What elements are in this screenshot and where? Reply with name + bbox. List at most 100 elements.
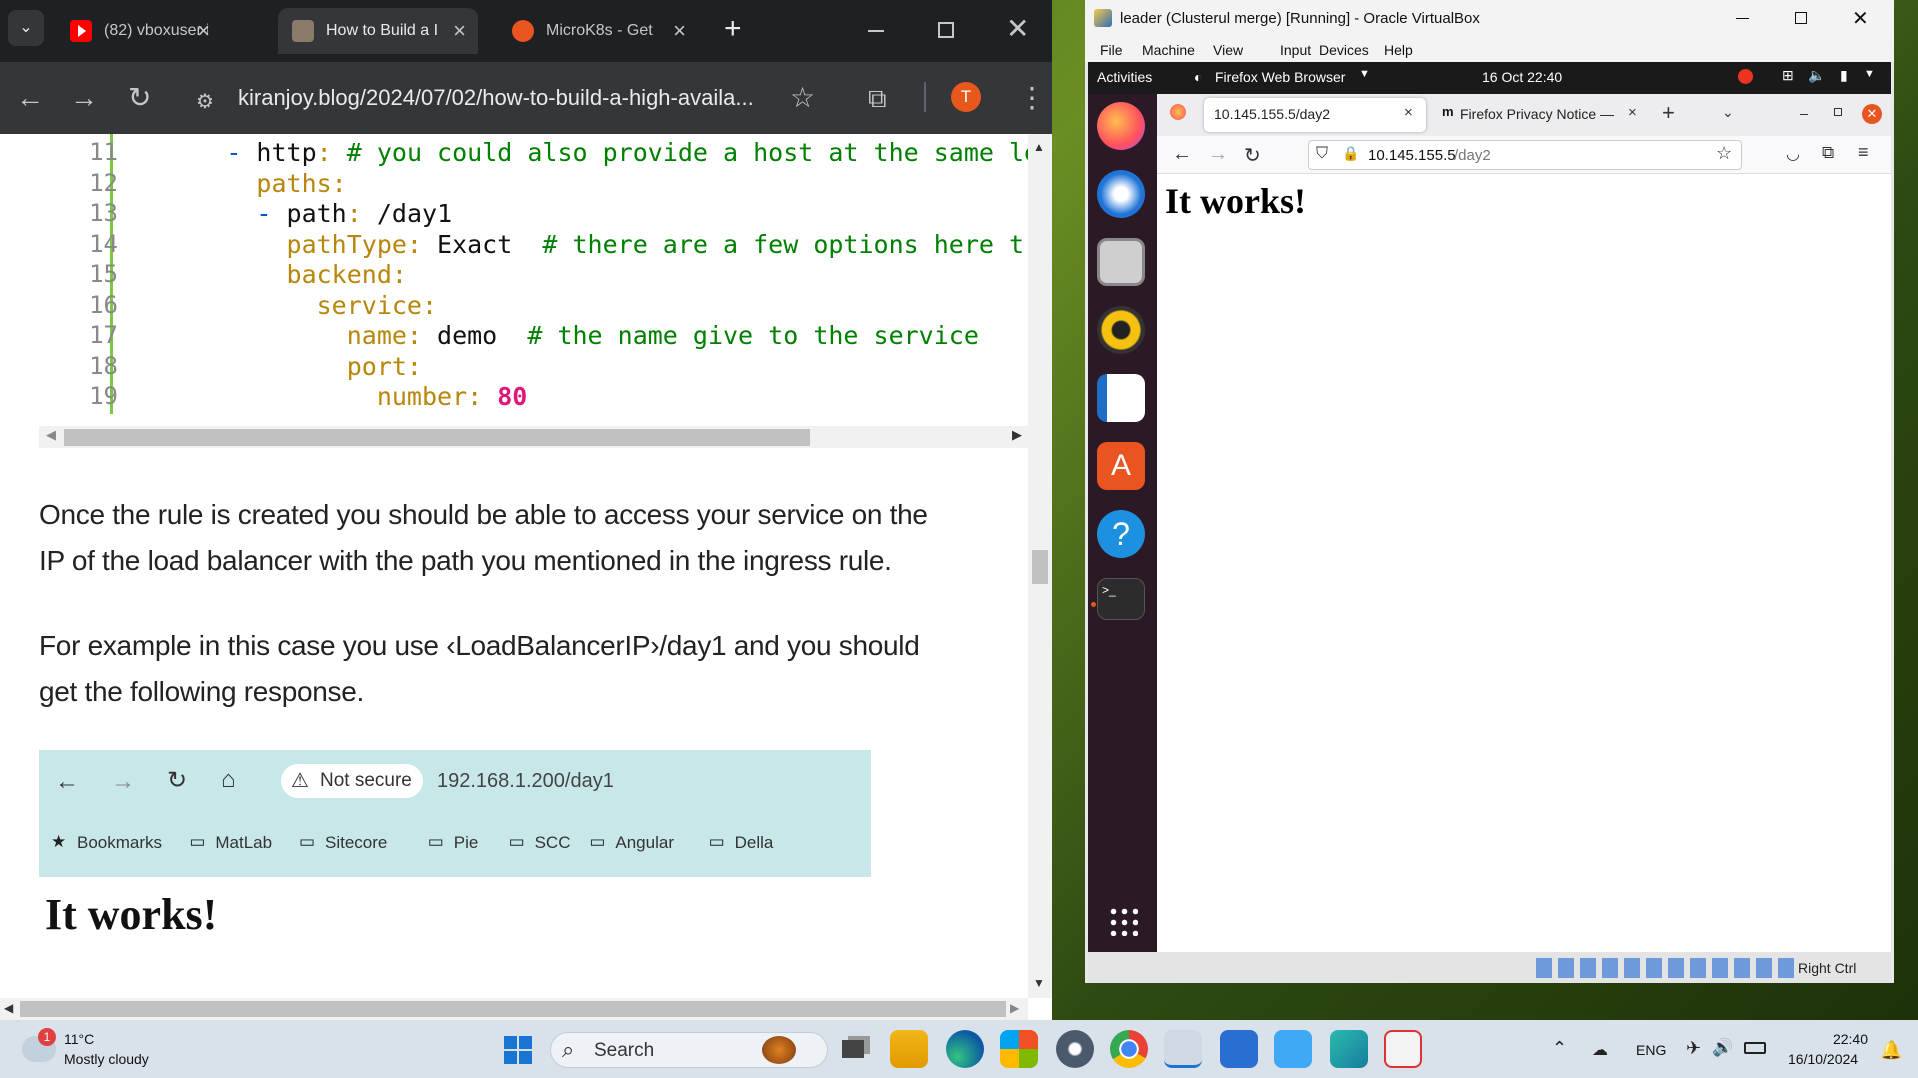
hamburger-menu-icon[interactable]: ≡ [1858,142,1869,163]
vbox-menu-input[interactable]: Input [1280,42,1311,58]
firefox-icon[interactable] [1097,102,1145,150]
forward-icon[interactable]: → [70,84,98,112]
libreoffice-writer-icon[interactable] [1097,374,1145,422]
code-hscroll-thumb[interactable] [64,429,810,446]
weather-temp[interactable]: 11°C [64,1031,94,1047]
back-icon[interactable]: ← [16,84,44,112]
close-icon[interactable]: × [453,18,466,44]
vbox-menu-machine[interactable]: Machine [1142,42,1195,58]
shield-icon[interactable]: ⛉ [1316,145,1328,163]
lock-icon[interactable]: 🔒 [1342,145,1359,162]
volume-icon[interactable]: 🔈 [1808,67,1825,84]
maximize-icon[interactable] [938,22,954,38]
extensions-icon[interactable]: ⧉ [868,84,887,112]
onedrive-icon[interactable]: ☁ [1592,1040,1608,1060]
notification-bell-icon[interactable]: 🔔 [1880,1040,1902,1061]
new-tab-button[interactable]: + [1662,100,1675,126]
scroll-right-arrow-icon[interactable]: ▶ [1010,1001,1019,1015]
language-indicator[interactable]: ENG [1636,1042,1666,1058]
vbox-menu-devices[interactable]: Devices [1319,42,1369,58]
chevron-up-icon[interactable]: ⌃ [1552,1038,1567,1059]
extensions-icon[interactable]: ⧉ [1822,143,1834,163]
scroll-up-arrow-icon[interactable]: ▲ [1033,140,1045,154]
show-apps-icon[interactable] [1108,906,1138,936]
close-window-icon[interactable]: ✕ [1862,104,1882,124]
task-manager-icon[interactable] [1220,1030,1258,1068]
chevron-down-icon[interactable]: ▼ [1359,68,1370,80]
scroll-left-arrow-icon[interactable]: ◀ [4,1001,13,1015]
clock-time[interactable]: 22:40 [1830,1031,1868,1047]
url-text[interactable]: kiranjoy.blog/2024/07/02/how-to-build-a-… [238,85,754,111]
virtualbox-taskbar-icon[interactable] [1164,1030,1202,1068]
weather-desc[interactable]: Mostly cloudy [64,1051,149,1067]
scroll-right-arrow-icon[interactable]: ▶ [1012,427,1022,443]
ff-tab-title[interactable]: Firefox Privacy Notice — [1460,106,1614,122]
chrome-icon[interactable] [1110,1030,1148,1068]
minimize-icon[interactable] [1736,18,1749,19]
minimize-icon[interactable] [1800,114,1808,115]
scroll-left-arrow-icon[interactable]: ◀ [46,427,56,443]
close-icon[interactable]: × [197,18,210,44]
back-icon[interactable]: ← [1172,143,1192,166]
chevron-down-icon[interactable]: ▼ [1864,68,1875,80]
app-center-icon[interactable]: A [1097,442,1145,490]
start-icon[interactable] [504,1036,532,1064]
close-icon[interactable]: × [673,18,686,44]
activities-button[interactable]: Activities [1097,69,1152,85]
thunderbird-icon[interactable] [1097,170,1145,218]
bookmark-star-icon[interactable]: ☆ [1716,143,1732,164]
battery-icon[interactable]: ▮ [1840,67,1848,84]
visual-studio-icon[interactable] [1330,1030,1368,1068]
minimize-icon[interactable] [868,30,884,32]
settings-icon[interactable] [1056,1030,1094,1068]
task-view-icon[interactable] [836,1030,874,1068]
vbox-status-icons[interactable] [1536,958,1796,978]
profile-avatar[interactable]: T [951,82,981,112]
ff-url-host[interactable]: 10.145.155.5 [1368,147,1456,164]
notepad-icon[interactable] [1274,1030,1312,1068]
close-icon[interactable]: × [1628,104,1637,121]
close-window-icon[interactable]: ✕ [1006,12,1029,45]
terminal-icon[interactable]: >_ [1097,578,1145,620]
scroll-down-arrow-icon[interactable]: ▼ [1033,976,1045,990]
snipping-tool-icon[interactable] [1384,1030,1422,1068]
store-icon[interactable] [1000,1030,1038,1068]
tab-microk8s[interactable]: MicroK8s - Get × [498,8,698,54]
reload-icon[interactable]: ↻ [1244,143,1261,168]
new-tab-button[interactable]: + [724,12,742,46]
do-not-disturb-icon[interactable] [1738,69,1753,84]
page-hscroll-thumb[interactable] [20,1001,1006,1017]
rhythmbox-icon[interactable] [1097,306,1145,354]
bookmark-star-icon[interactable]: ☆ [790,84,815,112]
site-info-icon[interactable]: ⚙ [196,88,214,116]
battery-icon[interactable] [1744,1042,1766,1054]
vbox-menu-help[interactable]: Help [1384,42,1413,58]
chevron-down-icon[interactable]: ⌄ [1722,104,1734,121]
help-icon[interactable]: ? [1097,510,1145,558]
files-icon[interactable] [1097,238,1145,286]
vbox-menu-view[interactable]: View [1213,42,1243,58]
close-icon[interactable]: × [1404,104,1413,121]
edge-icon[interactable] [946,1030,984,1068]
tab-youtube[interactable]: (82) vboxuser is × [56,8,222,54]
close-window-icon[interactable]: ✕ [1852,6,1869,31]
volume-icon[interactable]: 🔊 [1712,1038,1733,1058]
file-explorer-icon[interactable] [890,1030,928,1068]
forward-icon[interactable]: → [1208,143,1228,166]
network-icon[interactable]: ⊞ [1782,67,1794,84]
restore-icon[interactable] [1834,108,1842,116]
ff-url-path[interactable]: /day2 [1454,147,1491,164]
vbox-menu-file[interactable]: File [1100,42,1123,58]
ubuntu-clock[interactable]: 16 Oct 22:40 [1482,69,1562,85]
airplane-icon[interactable]: ✈ [1686,1038,1701,1059]
pocket-icon[interactable]: ◡ [1786,144,1800,164]
tab-how-to-build[interactable]: How to Build a I × [278,8,478,54]
maximize-icon[interactable] [1795,12,1807,24]
reload-icon[interactable]: ↻ [128,84,151,112]
firefox-view-icon[interactable] [1170,104,1186,120]
app-menu[interactable]: Firefox Web Browser [1215,69,1345,85]
tab-search-button[interactable]: ⌄ [8,10,44,46]
vscroll-thumb[interactable] [1032,550,1048,584]
more-menu-icon[interactable]: ⋮ [1018,84,1046,112]
clock-date[interactable]: 16/10/2024 [1788,1051,1858,1067]
